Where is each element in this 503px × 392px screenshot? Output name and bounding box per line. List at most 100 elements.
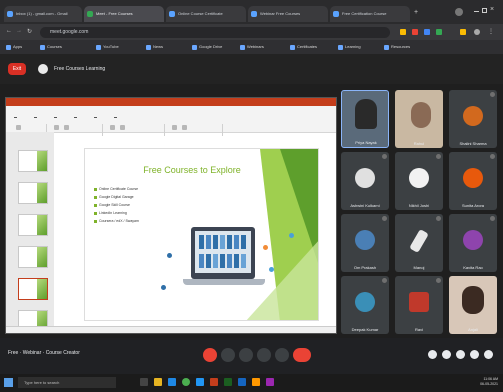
participant-tile[interactable]: Sunita Arora xyxy=(449,152,497,210)
excel-icon[interactable] xyxy=(224,378,232,386)
mic-off-icon xyxy=(436,154,441,159)
browser-tab[interactable]: Free Certification Course xyxy=(330,6,410,22)
ribbon-tab[interactable]: ▬ xyxy=(94,115,97,119)
slide-bullet: Google Digital Garage xyxy=(94,195,134,199)
ribbon-tab[interactable]: ▬ xyxy=(34,115,37,119)
bookmark-item[interactable]: Certificates xyxy=(290,43,317,51)
browser-tab[interactable]: Inbox (1) - gmail.com - Gmail xyxy=(4,6,82,22)
participant-tile[interactable]: Deepak Kumar xyxy=(341,276,389,334)
activities-icon[interactable] xyxy=(470,350,479,359)
new-slide-icon[interactable] xyxy=(54,125,59,130)
word-icon[interactable] xyxy=(238,378,246,386)
laptop-base xyxy=(183,279,265,285)
participant-tile[interactable]: Ravi xyxy=(395,276,443,334)
shapes-icon[interactable] xyxy=(182,125,187,130)
browser-tab[interactable]: Online Course Certificate xyxy=(166,6,246,22)
app-icon[interactable] xyxy=(252,378,260,386)
camera-toggle-button[interactable] xyxy=(221,348,235,362)
mic-toggle-button[interactable] xyxy=(203,348,217,362)
slide-thumbnail[interactable] xyxy=(18,246,48,268)
minimize-icon[interactable] xyxy=(474,11,479,12)
powerpoint-icon[interactable] xyxy=(210,378,218,386)
back-icon[interactable]: ← xyxy=(6,28,12,34)
slide-title: Free Courses to Explore xyxy=(143,165,241,175)
bold-icon[interactable] xyxy=(110,125,115,130)
bookmark-item[interactable]: Learning xyxy=(338,43,361,51)
bookmark-item[interactable]: Webinars xyxy=(240,43,264,51)
participant-tile[interactable]: Rahul xyxy=(395,90,443,148)
participant-tile[interactable]: Om Prakash xyxy=(341,214,389,272)
reload-icon[interactable]: ↻ xyxy=(27,28,32,35)
extension-icon[interactable] xyxy=(400,29,406,35)
meeting-logo-icon xyxy=(38,64,48,74)
italic-icon[interactable] xyxy=(120,125,125,130)
slide-bullet: Google Skill Course xyxy=(94,203,130,207)
lock-icon[interactable] xyxy=(484,350,493,359)
app-icon[interactable] xyxy=(266,378,274,386)
participant-tile[interactable]: Manoj xyxy=(395,214,443,272)
bookmark-item[interactable]: Courses xyxy=(40,43,62,51)
extension-icon[interactable] xyxy=(460,29,466,35)
file-explorer-icon[interactable] xyxy=(154,378,162,386)
present-button[interactable] xyxy=(257,348,271,362)
browser-tab[interactable]: Webinar Free Courses xyxy=(248,6,328,22)
browser-tab-active[interactable]: Meet - Free Courses xyxy=(84,6,164,22)
store-icon[interactable] xyxy=(196,378,204,386)
maximize-icon[interactable] xyxy=(482,8,487,13)
close-icon[interactable]: × xyxy=(490,6,494,13)
profile-icon[interactable] xyxy=(474,29,480,35)
gmail-icon xyxy=(7,11,13,17)
bookmark-item[interactable]: YouTube xyxy=(96,43,119,51)
bookmark-item[interactable]: News xyxy=(146,43,163,51)
window-controls[interactable]: × xyxy=(474,6,496,16)
edge-icon[interactable] xyxy=(168,378,176,386)
chrome-icon[interactable] xyxy=(182,378,190,386)
extension-icons[interactable]: ⋮ xyxy=(400,28,496,36)
page-icon xyxy=(169,11,175,17)
ribbon-tab[interactable]: ▬ xyxy=(54,115,57,119)
windows-start-icon[interactable] xyxy=(4,378,13,387)
ribbon-tab[interactable]: ▬ xyxy=(74,115,77,119)
new-tab-icon[interactable]: + xyxy=(414,9,422,17)
meet-icon xyxy=(87,11,93,17)
url-input[interactable]: meet.google.com xyxy=(40,27,390,38)
ribbon-tab[interactable]: ▬ xyxy=(14,115,17,119)
more-options-button[interactable] xyxy=(275,348,289,362)
chat-icon[interactable] xyxy=(456,350,465,359)
extension-icon[interactable] xyxy=(412,29,418,35)
captions-button[interactable] xyxy=(239,348,253,362)
bookmark-item[interactable]: Google Drive xyxy=(192,43,222,51)
bookmark-item[interactable]: Apps xyxy=(6,43,22,51)
participant-tile[interactable]: Priya Nayak xyxy=(341,90,389,148)
extension-icon[interactable] xyxy=(424,29,430,35)
participant-avatar xyxy=(409,228,429,254)
slide-thumbnail[interactable] xyxy=(18,182,48,204)
participant-tile[interactable]: Kavita Rao xyxy=(449,214,497,272)
end-call-button[interactable] xyxy=(293,348,311,362)
participant-tile[interactable]: Shalini Sharma xyxy=(449,90,497,148)
mic-off-icon xyxy=(490,92,495,97)
extension-icon[interactable] xyxy=(436,29,442,35)
forward-icon[interactable]: → xyxy=(16,28,22,34)
menu-icon[interactable]: ⋮ xyxy=(488,28,494,35)
taskbar-search[interactable]: Type here to search xyxy=(18,377,116,388)
slide-thumbnail-selected[interactable] xyxy=(18,278,48,300)
participant-tile[interactable]: Ashwini Kulkarni xyxy=(341,152,389,210)
paste-icon[interactable] xyxy=(16,125,21,130)
slide-thumbnail[interactable] xyxy=(18,214,48,236)
profile-avatar[interactable] xyxy=(455,8,463,16)
leave-button[interactable]: Exit xyxy=(8,63,26,75)
task-view-icon[interactable] xyxy=(140,378,148,386)
bookmark-item[interactable]: Resources xyxy=(384,43,410,51)
align-icon[interactable] xyxy=(172,125,177,130)
layout-icon[interactable] xyxy=(64,125,69,130)
participant-tile[interactable]: Anjali xyxy=(449,276,497,334)
powerpoint-statusbar xyxy=(6,326,336,333)
system-clock[interactable]: 11:06 AM 06-05-2021 xyxy=(462,377,498,387)
participant-avatar xyxy=(409,168,429,188)
slide-thumbnail[interactable] xyxy=(18,150,48,172)
participant-tile[interactable]: Nikhil Joshi xyxy=(395,152,443,210)
ribbon-tab[interactable]: ▬ xyxy=(114,115,117,119)
info-icon[interactable] xyxy=(428,350,437,359)
people-icon[interactable] xyxy=(442,350,451,359)
